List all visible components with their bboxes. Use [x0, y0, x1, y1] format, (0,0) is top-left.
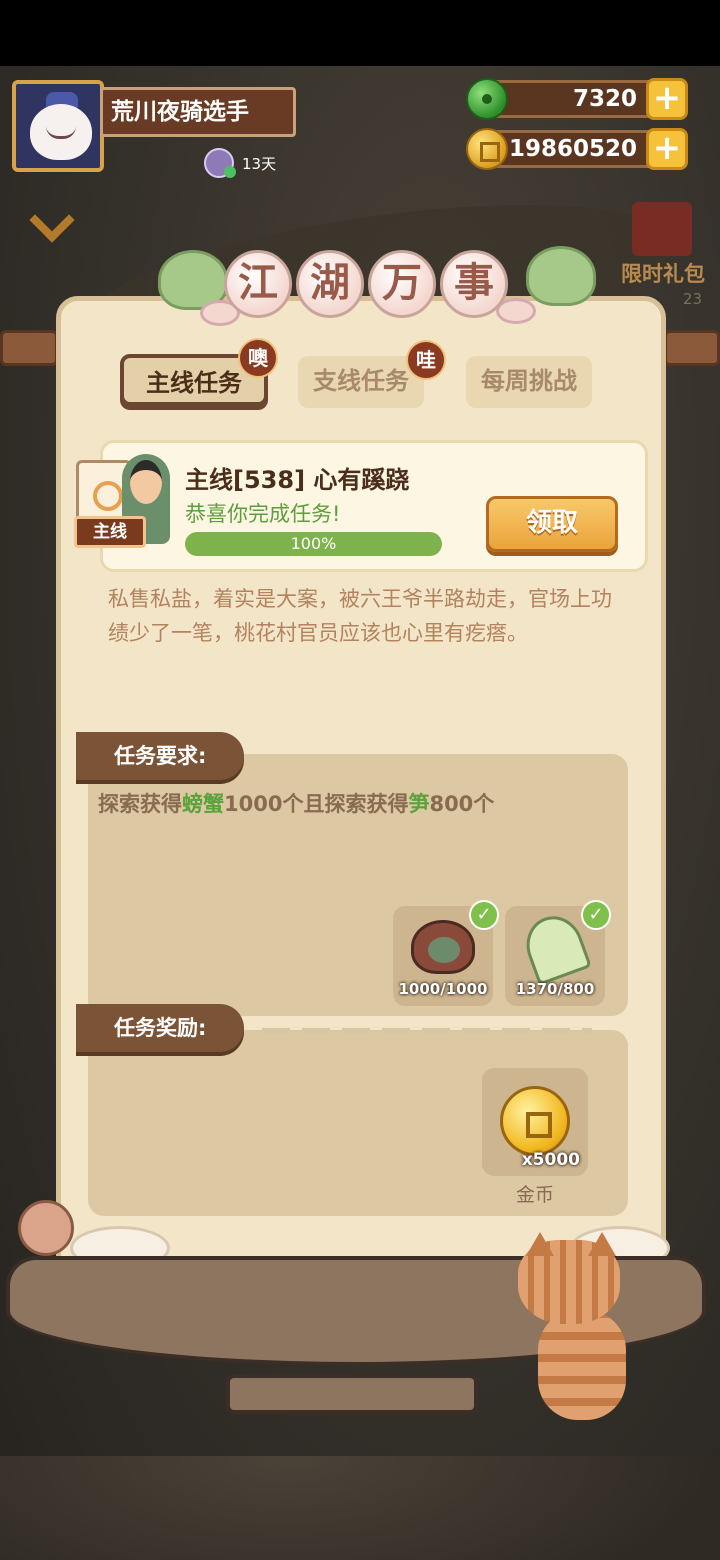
req-text-part: 800个 — [429, 792, 495, 816]
status-bar — [0, 0, 720, 66]
progress-text: 100% — [290, 534, 337, 553]
reward-name: 金币 — [515, 1184, 554, 1206]
tab-weekly-challenge[interactable]: 每周挑战 — [466, 356, 592, 408]
quest-status: 恭喜你完成任务! — [185, 502, 341, 526]
requirement-item-bamboo[interactable]: 1370/800 ✓ — [505, 900, 611, 1006]
title-char: 万 — [368, 250, 436, 318]
scroll-rod-left — [0, 330, 58, 366]
title-char: 事 — [440, 250, 508, 318]
req-text-part: 1000个且探索获得 — [224, 792, 409, 816]
jade-icon — [466, 78, 508, 120]
req-item-bamboo: 笋 — [408, 792, 430, 816]
req-item-crab: 螃蟹 — [182, 792, 224, 816]
login-days: 13天 — [204, 148, 276, 178]
limited-gift-timer: 23 — [682, 290, 702, 308]
reward-item-gold[interactable]: x5000 — [482, 1068, 588, 1176]
title-char: 江 — [224, 250, 292, 318]
item-count: 1370/800 — [515, 980, 595, 998]
req-text-part: 探索获得 — [98, 792, 182, 816]
check-icon: ✓ — [581, 900, 611, 930]
quest-title: 主线[538] 心有蹊跷 — [185, 466, 410, 494]
crab-icon — [411, 920, 475, 974]
tab-badge: 哇 — [406, 340, 446, 380]
limited-gift-label: 限时礼包 — [621, 262, 705, 286]
quest-progress-bar: 100% — [185, 532, 442, 556]
avatar[interactable] — [12, 80, 104, 172]
cat-ear — [526, 1232, 554, 1256]
coin-currency: 19860520 + — [466, 128, 688, 170]
cat-ear — [588, 1232, 616, 1256]
scroll-rod-right — [664, 330, 720, 366]
cat-body — [538, 1310, 626, 1420]
requirement-item-crab[interactable]: 1000/1000 ✓ — [393, 900, 499, 1006]
rewards-header: 任务奖励: — [76, 1004, 244, 1052]
title-char: 湖 — [296, 250, 364, 318]
coin-icon — [466, 128, 508, 170]
player-name: 荒川夜骑选手 — [100, 87, 296, 137]
check-icon: ✓ — [469, 900, 499, 930]
tab-side-quests[interactable]: 支线任务 — [298, 356, 424, 408]
days-text: 13天 — [242, 154, 277, 173]
cat-mascot-icon — [512, 1232, 638, 1420]
quest-description: 私售私盐，着实是大案，被六王爷半路劫走，官场上功绩少了一笔，桃花村官员应该也心里… — [108, 587, 612, 645]
gold-coin-icon — [500, 1086, 570, 1156]
leaf-decoration — [526, 246, 596, 306]
background-hill — [0, 1456, 720, 1560]
chevron-down-icon[interactable] — [28, 204, 72, 248]
reward-quantity: x5000 — [521, 1150, 580, 1170]
companion-icon — [204, 148, 236, 178]
add-coins-button[interactable]: + — [646, 128, 688, 170]
requirements-text: 探索获得螃蟹1000个且探索获得笋800个 — [98, 788, 494, 818]
jade-currency: 7320 + — [466, 78, 688, 120]
item-count: 1000/1000 — [398, 980, 488, 998]
avatar-cat-icon — [30, 104, 92, 160]
fishball-decoration — [18, 1200, 74, 1256]
mainline-tag: 主线 — [74, 516, 146, 548]
gift-box-icon — [632, 202, 692, 256]
divider-dashes — [262, 1028, 592, 1034]
bowl-base — [226, 1374, 478, 1414]
requirements-header: 任务要求: — [76, 732, 244, 780]
claim-button[interactable]: 领取 — [486, 496, 618, 552]
add-jade-button[interactable]: + — [646, 78, 688, 120]
tab-badge: 噢 — [238, 338, 278, 378]
